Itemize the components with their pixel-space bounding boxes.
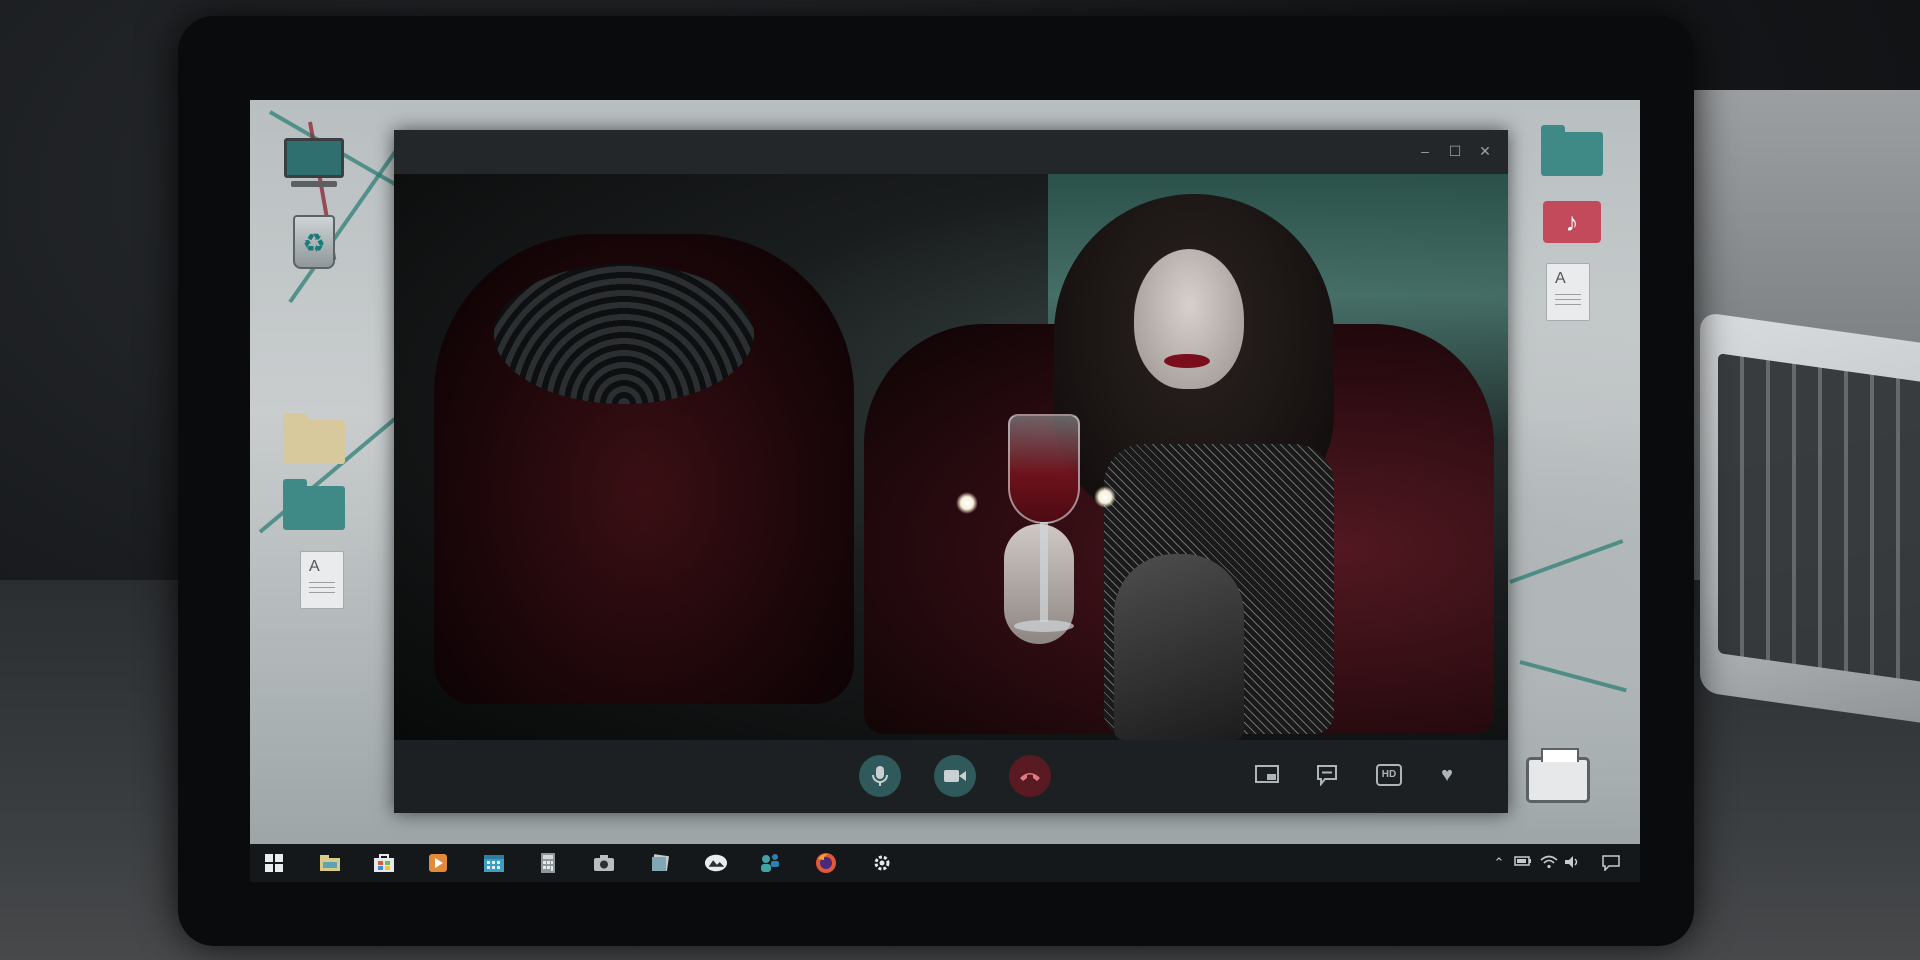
hang-up-button[interactable]: [1009, 755, 1051, 797]
person-lips: [1164, 354, 1210, 368]
volume-icon: [1565, 856, 1578, 868]
wine-glass: [1004, 414, 1084, 654]
notification-icon: [1602, 855, 1620, 872]
wallpaper-spoke: [1509, 539, 1624, 584]
window-titlebar[interactable]: – ☐ ✕: [394, 130, 1508, 174]
windows-start-icon: [265, 854, 283, 872]
music-folder-icon[interactable]: ♪: [1540, 192, 1604, 252]
store-icon: [374, 854, 394, 872]
microphone-icon: [872, 766, 888, 786]
calendar-icon[interactable]: [482, 851, 506, 875]
notification-icon[interactable]: [1602, 855, 1620, 872]
wifi-icon: [1540, 855, 1558, 869]
battery-icon: [1514, 856, 1531, 866]
teal-folder-icon[interactable]: [1540, 124, 1604, 184]
picture-in-picture-button[interactable]: [1254, 764, 1280, 788]
text-document-icon[interactable]: A: [290, 550, 354, 610]
calculator-icon[interactable]: [536, 851, 560, 875]
video-call-window[interactable]: – ☐ ✕ HD ♥: [394, 130, 1508, 813]
volume-icon[interactable]: [1564, 855, 1582, 871]
folder-icon[interactable]: [282, 412, 346, 472]
glass-foot: [1014, 620, 1074, 632]
windows-start-icon[interactable]: [262, 851, 286, 875]
calculator-icon: [541, 853, 555, 873]
media-player-icon[interactable]: [426, 851, 450, 875]
taskbar: ⌃: [250, 844, 1640, 882]
person-leg: [1114, 554, 1244, 740]
mail-icon[interactable]: [704, 851, 728, 875]
wifi-icon[interactable]: [1540, 855, 1558, 871]
picture-in-picture-icon: [1255, 765, 1279, 783]
light-glow: [1094, 486, 1116, 508]
video-camera-button[interactable]: [934, 755, 976, 797]
second-laptop-keyboard: [1718, 353, 1920, 687]
settings-icon[interactable]: [870, 851, 894, 875]
glass-bowl: [1008, 414, 1080, 524]
video-camera-icon: [944, 770, 966, 782]
heart-icon[interactable]: ♥: [1434, 764, 1460, 788]
hd-button[interactable]: HD: [1376, 764, 1402, 786]
firefox-icon[interactable]: [814, 851, 838, 875]
document-letter: A: [309, 558, 320, 575]
computer-icon[interactable]: [282, 128, 346, 188]
camera-icon[interactable]: [592, 851, 616, 875]
camera-icon: [594, 855, 614, 871]
close-icon[interactable]: ✕: [1476, 142, 1494, 160]
people-icon[interactable]: [758, 851, 782, 875]
calendar-icon: [484, 855, 504, 872]
text-document-icon[interactable]: A: [1536, 262, 1600, 322]
hd-icon: HD: [1381, 769, 1397, 780]
minimize-icon[interactable]: –: [1416, 142, 1434, 160]
call-controls-bar: HD ♥: [394, 740, 1508, 813]
store-icon[interactable]: [372, 851, 396, 875]
file-explorer-icon[interactable]: [318, 851, 342, 875]
photos-icon: [652, 854, 670, 872]
chat-button[interactable]: [1314, 764, 1340, 788]
media-player-icon: [429, 854, 447, 872]
recycle-bin-icon[interactable]: ♻: [282, 212, 346, 272]
teal-folder-icon[interactable]: [282, 478, 346, 538]
document-letter: A: [1555, 270, 1566, 287]
remote-video-feed: [394, 174, 1508, 740]
battery-icon[interactable]: [1514, 855, 1532, 871]
laptop-screen: ♻ A ♪ A – ☐ ✕ HD ♥ ⌃: [250, 100, 1640, 882]
sofa-carving: [494, 264, 754, 404]
firefox-icon: [816, 853, 836, 873]
photos-icon[interactable]: [648, 851, 672, 875]
chevron-up-icon[interactable]: ⌃: [1490, 855, 1508, 871]
wallpaper-spoke: [1519, 660, 1627, 693]
settings-icon: [874, 855, 890, 871]
hang-up-icon: [1020, 773, 1040, 781]
mail-icon: [704, 854, 728, 872]
light-glow: [956, 492, 978, 514]
video-sofa: [434, 234, 854, 704]
microphone-button[interactable]: [859, 755, 901, 797]
file-explorer-icon: [320, 855, 340, 871]
chat-icon: [1317, 765, 1337, 787]
printer-icon[interactable]: [1526, 748, 1590, 810]
maximize-icon[interactable]: ☐: [1446, 142, 1464, 160]
people-icon: [761, 854, 779, 872]
person-face: [1134, 249, 1244, 389]
glass-stem: [1040, 522, 1048, 622]
